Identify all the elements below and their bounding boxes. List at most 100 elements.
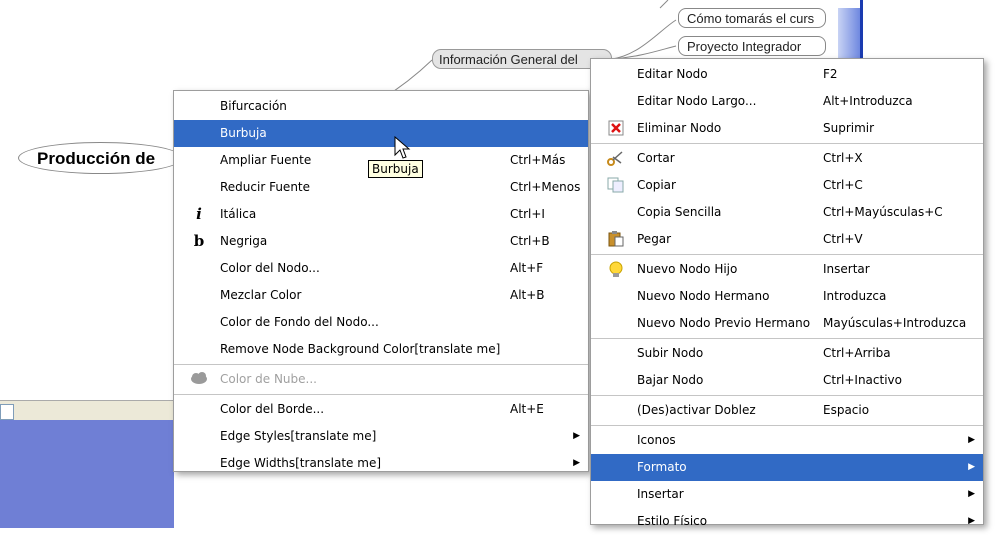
context-menu-item-label: Copia Sencilla [637,205,722,219]
format-menu-item-label: Reducir Fuente [220,180,311,194]
context-menu-item-shortcut: Introduzca [823,289,887,303]
menu-separator [174,394,588,395]
context-menu-item-label: Nuevo Nodo Hermano [637,289,770,303]
context-menu-item-shortcut: Ctrl+Mayúsculas+C [823,205,943,219]
format-menu-item[interactable]: Burbuja [174,120,588,147]
format-menu-item-label: Edge Widths[translate me] [220,456,382,470]
menu-separator [591,338,983,339]
format-menu-item[interactable]: i Itálica Ctrl+I [174,201,588,228]
context-menu-item[interactable]: Nuevo Nodo Hijo Insertar [591,256,983,283]
copy-icon [607,177,625,194]
context-menu-item-shortcut: Ctrl+C [823,178,863,192]
context-menu-item[interactable]: Cortar Ctrl+X [591,145,983,172]
format-menu-item[interactable]: Mezclar Color Alt+B [174,282,588,309]
delete-icon [607,120,625,137]
bold-icon: b [193,232,205,250]
format-menu-item[interactable]: Remove Node Background Color[translate m… [174,336,588,363]
context-menu-item[interactable]: Subir Nodo Ctrl+Arriba [591,340,983,367]
context-menu-item[interactable]: Editar Nodo F2 [591,61,983,88]
format-menu-item[interactable]: Color de Fondo del Nodo... [174,309,588,336]
format-menu-item-label: Mezclar Color [220,288,302,302]
format-menu-item: Color de Nube... [174,366,588,393]
context-menu-item-label: Estilo Físico [637,514,708,528]
format-menu-item[interactable]: Reducir Fuente Ctrl+Menos [174,174,588,201]
format-menu-item-shortcut: Ctrl+I [510,207,545,221]
format-menu-item-shortcut: Ctrl+Menos [510,180,581,194]
node-context-menu: Editar Nodo F2 Editar Nodo Largo... Alt+Int… [590,58,984,528]
submenu-arrow-icon: ▶ [968,489,975,499]
lightbulb-icon [607,261,625,278]
submenu-arrow-icon: ▶ [968,435,975,445]
format-menu-item-label: Color de Nube... [220,372,317,386]
context-menu-item-label: Bajar Nodo [637,373,704,387]
format-menu-item-shortcut: Alt+F [510,261,544,275]
format-menu-item[interactable]: Color del Nodo... Alt+F [174,255,588,282]
submenu-arrow-icon: ▶ [573,431,580,441]
context-menu-item-label: Eliminar Nodo [637,121,722,135]
context-menu-item[interactable]: Iconos ▶ [591,427,983,454]
paste-icon [607,231,625,248]
format-menu-item-label: Color del Nodo... [220,261,320,275]
context-menu-item[interactable]: Bajar Nodo Ctrl+Inactivo [591,367,983,394]
format-menu-item[interactable]: Bifurcación [174,93,588,120]
context-menu-item[interactable]: Estilo Físico ▶ [591,508,983,535]
format-submenu: Bifurcación Burbuja Ampliar Fuente Ctrl+Más… [173,90,589,472]
menu-separator [174,364,588,365]
window-border-accent [860,0,863,60]
format-menu-item-label: Itálica [220,207,257,221]
context-menu-item-shortcut: F2 [823,67,838,81]
context-menu-item[interactable]: Pegar Ctrl+V [591,226,983,253]
window-edge-strip [0,400,174,421]
format-menu-item[interactable]: b Negriga Ctrl+B [174,228,588,255]
context-menu-item[interactable]: Formato ▶ [591,454,983,481]
context-menu-item-shortcut: Mayúsculas+Introduzca [823,316,967,330]
context-menu-item-label: Editar Nodo [637,67,708,81]
context-menu-item[interactable]: Nuevo Nodo Hermano Introduzca [591,283,983,310]
context-menu-item[interactable]: Nuevo Nodo Previo Hermano Mayúsculas+Intr… [591,310,983,337]
format-menu-item[interactable]: Edge Widths[translate me] ▶ [174,450,588,477]
mindmap-root-node[interactable]: Producción de [18,142,183,174]
format-menu-item[interactable]: Color del Borde... Alt+E [174,396,588,423]
context-menu-item-label: Iconos [637,433,676,447]
format-menu-item-label: Color de Fondo del Nodo... [220,315,379,329]
context-menu-item-label: Nuevo Nodo Previo Hermano [637,316,811,330]
cloud-icon [190,371,208,388]
menu-separator [591,254,983,255]
format-menu-item-shortcut: Ctrl+Más [510,153,566,167]
context-menu-item[interactable]: Insertar ▶ [591,481,983,508]
mindmap-node-child1[interactable]: Cómo tomarás el curs [678,8,826,28]
format-menu-item-shortcut: Alt+E [510,402,544,416]
submenu-arrow-icon: ▶ [968,516,975,526]
context-menu-item-label: Insertar [637,487,684,501]
format-menu-item[interactable]: Edge Styles[translate me] ▶ [174,423,588,450]
context-menu-item-shortcut: Ctrl+Inactivo [823,373,902,387]
context-menu-item-shortcut: Suprimir [823,121,875,135]
format-menu-item-label: Burbuja [220,126,267,140]
context-menu-item-label: Subir Nodo [637,346,704,360]
format-menu-item-label: Bifurcación [220,99,287,113]
context-menu-item[interactable]: (Des)activar Doblez Espacio [591,397,983,424]
tooltip: Burbuja [368,160,423,178]
context-menu-item-label: (Des)activar Doblez [637,403,756,417]
format-menu-item-label: Edge Styles[translate me] [220,429,377,443]
context-menu-item[interactable]: Eliminar Nodo Suprimir [591,115,983,142]
context-menu-item-label: Editar Nodo Largo... [637,94,757,108]
format-menu-item-label: Negriga [220,234,268,248]
background-window-pane [0,420,174,528]
format-menu-item-shortcut: Ctrl+B [510,234,550,248]
scrollbar-box[interactable] [0,404,14,420]
format-menu-item-label: Color del Borde... [220,402,325,416]
mindmap-node-child2[interactable]: Proyecto Integrador [678,36,826,56]
format-menu-item-shortcut: Alt+B [510,288,545,302]
context-menu-item-shortcut: Ctrl+Arriba [823,346,891,360]
context-menu-item[interactable]: Editar Nodo Largo... Alt+Introduzca [591,88,983,115]
context-menu-item-shortcut: Alt+Introduzca [823,94,913,108]
context-menu-item[interactable]: Copiar Ctrl+C [591,172,983,199]
italic-icon: i [196,205,202,223]
context-menu-item[interactable]: Copia Sencilla Ctrl+Mayúsculas+C [591,199,983,226]
menu-separator [591,143,983,144]
context-menu-item-label: Formato [637,460,687,474]
context-menu-item-label: Nuevo Nodo Hijo [637,262,738,276]
mindmap-node-info[interactable]: Información General del [432,49,612,69]
context-menu-item-label: Cortar [637,151,675,165]
